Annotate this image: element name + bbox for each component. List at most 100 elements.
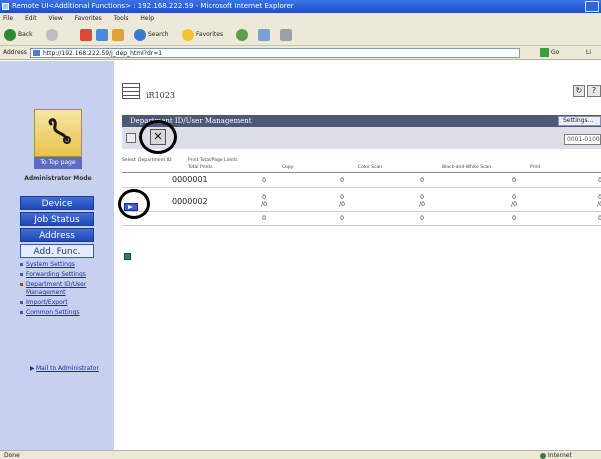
home-icon (112, 28, 124, 41)
window-title-bar: Remote UI<Additional Functions> : 192.16… (0, 0, 601, 13)
menu-bar: File Edit View Favorites Tools Help (0, 13, 601, 24)
nav-add-func[interactable]: Add. Func. (20, 244, 94, 258)
links-label[interactable]: Li (586, 46, 591, 60)
copy-limit-cell: /0 (339, 201, 345, 208)
color-scan-limit-cell: /0 (419, 201, 425, 208)
print-limit-cell: /0 (597, 201, 601, 208)
menu-edit[interactable]: Edit (25, 15, 37, 22)
link-forwarding-settings[interactable]: Forwarding Settings (20, 271, 110, 279)
highlight-circle-delete (139, 120, 177, 154)
bullet-icon (20, 311, 23, 314)
print-cell: 0 (598, 194, 601, 201)
media-button[interactable] (236, 28, 250, 42)
logo-glyph-icon (48, 118, 71, 144)
total-cell: 0 (262, 177, 266, 184)
total-limit-cell: /0 (261, 201, 267, 208)
forward-button[interactable] (46, 28, 60, 42)
row-divider (122, 187, 601, 188)
device-name: iR1023 (146, 91, 175, 100)
status-bar: Done Internet (0, 450, 601, 459)
address-input[interactable]: http://192.168.222.59/j_dep_html?dr=1 (30, 48, 520, 58)
ie-window-icon (2, 3, 9, 10)
star-icon (182, 28, 194, 41)
bw-scan-cell: 0 (512, 215, 516, 222)
browser-toolbar: Back Search Favorites (0, 24, 601, 46)
bullet-icon (20, 301, 23, 304)
help-button[interactable]: ? (587, 85, 601, 97)
mail-icon (258, 28, 270, 41)
sub-navigation: System Settings Forwarding Settings Depa… (20, 261, 110, 319)
mail-to-admin-link[interactable]: ▶ Mail to Administrator (30, 365, 110, 372)
bw-scan-limit-cell: /0 (511, 201, 517, 208)
main-panel: iR1023 ↻ ? Department ID/User Management… (114, 61, 601, 450)
window-title: Remote UI<Additional Functions> : 192.16… (12, 2, 294, 10)
bw-scan-cell: 0 (512, 177, 516, 184)
status-text: Done (4, 452, 20, 459)
page-icon (33, 50, 40, 56)
security-zone: Internet (540, 451, 572, 459)
nav-device[interactable]: Device (20, 196, 94, 210)
menu-tools[interactable]: Tools (114, 15, 129, 22)
refresh-page-button[interactable]: ↻ (573, 85, 585, 97)
top-page-button[interactable]: To Top page (34, 157, 82, 169)
admin-mode-label: Administrator Mode (24, 175, 92, 182)
forward-arrow-icon (46, 28, 58, 41)
print-cell: 0 (598, 177, 601, 184)
window-close-button[interactable] (585, 1, 599, 12)
search-button[interactable]: Search (134, 28, 169, 42)
remote-ui-logo[interactable] (34, 109, 82, 157)
menu-view[interactable]: View (49, 15, 63, 22)
back-button[interactable]: Back (4, 28, 33, 42)
refresh-icon (96, 28, 108, 41)
link-department-id[interactable]: Department ID/User Management (20, 281, 110, 297)
stop-button[interactable] (80, 28, 94, 42)
device-icon (122, 83, 140, 99)
address-label: Address (3, 49, 27, 56)
address-bar: Address http://192.168.222.59/j_dep_html… (0, 46, 601, 60)
copy-cell: 0 (340, 177, 344, 184)
print-button[interactable] (280, 28, 294, 42)
arrow-right-icon: ▶ (30, 365, 35, 372)
link-import-export[interactable]: Import/Export (20, 299, 110, 307)
home-button[interactable] (112, 28, 126, 42)
menu-favorites[interactable]: Favorites (75, 15, 102, 22)
link-system-settings[interactable]: System Settings (20, 261, 110, 269)
page-top-icon[interactable] (124, 253, 131, 260)
nav-address[interactable]: Address (20, 228, 94, 242)
link-common-settings[interactable]: Common Settings (20, 309, 110, 317)
refresh-button[interactable] (96, 28, 110, 42)
search-icon (134, 28, 146, 41)
mail-button[interactable] (258, 28, 272, 42)
nav-job-status[interactable]: Job Status (20, 212, 94, 226)
menu-help[interactable]: Help (140, 15, 154, 22)
total-cell: 0 (262, 215, 266, 222)
dept-id-cell: 0000001 (172, 175, 208, 184)
range-select[interactable]: 0001-0100 (564, 134, 601, 145)
copy-cell: 0 (340, 194, 344, 201)
bullet-icon (20, 283, 23, 286)
color-scan-cell: 0 (420, 177, 424, 184)
stop-icon (80, 28, 92, 41)
go-arrow-icon (540, 48, 549, 57)
section-header: Department ID/User Management (122, 115, 601, 127)
color-scan-cell: 0 (420, 215, 424, 222)
media-icon (236, 28, 248, 41)
bullet-icon (20, 263, 23, 266)
printer-icon (280, 28, 292, 41)
settings-button[interactable]: Settings... (558, 116, 601, 126)
new-item-icon[interactable] (126, 133, 136, 143)
action-bar (122, 127, 601, 149)
bw-scan-cell: 0 (512, 194, 516, 201)
favorites-button[interactable]: Favorites (182, 28, 223, 42)
dept-id-cell: 0000002 (172, 197, 208, 206)
menu-file[interactable]: File (3, 15, 13, 22)
copy-cell: 0 (340, 215, 344, 222)
back-arrow-icon (4, 28, 16, 41)
row-divider (122, 225, 601, 226)
globe-icon (540, 452, 546, 459)
go-button[interactable]: Go (540, 48, 559, 58)
bullet-icon (20, 273, 23, 276)
table-header-row-2: Total Prints Copy Color Scan Black-and-W… (188, 165, 541, 170)
row-divider (122, 211, 601, 212)
total-cell: 0 (262, 194, 266, 201)
